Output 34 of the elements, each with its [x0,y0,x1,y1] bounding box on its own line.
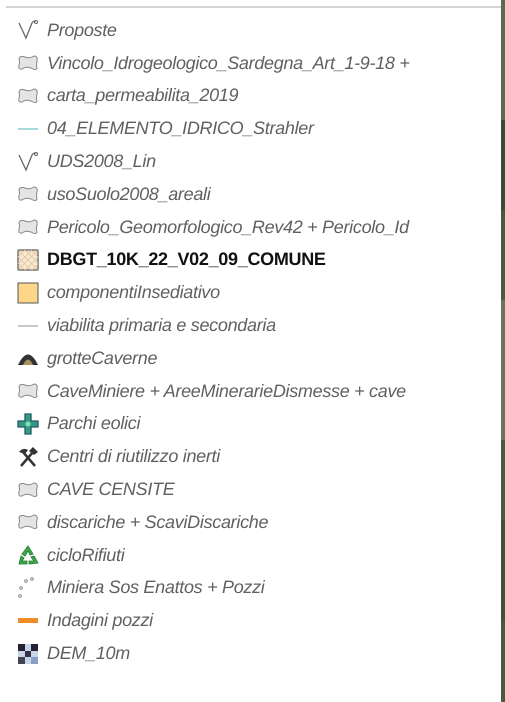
layer-name[interactable]: Vincolo_Idrogeologico_Sardegna_Art_1-9-18 + [47,50,410,77]
layer-name[interactable]: Proposte [47,16,117,44]
polygon-icon [17,185,39,204]
layer-name[interactable]: Pericolo_Geomorfologico_Rev42 + Pericolo_Id [47,214,409,241]
layer-name[interactable]: Miniera Sos Enattos + Pozzi [47,574,265,602]
layer-name[interactable]: grotteCaverne [47,344,158,372]
line-vertex-icon [17,150,39,173]
layer-name[interactable]: usoSuolo2008_areali [47,180,210,208]
polygon-icon [17,218,39,236]
plus-icon [17,412,39,435]
layer-name[interactable]: Parchi eolici [47,410,140,438]
polygon-icon [17,54,39,72]
layer-name[interactable]: Centri di riutilizzo inerti [47,443,220,470]
layer-name[interactable]: DEM_10m [47,640,130,668]
raster-icon [17,644,39,664]
polygon-icon [17,86,39,105]
layer-name[interactable]: carta_permeabilita_2019 [47,82,238,110]
layer-name[interactable]: DBGT_10K_22_V02_09_COMUNE [47,246,326,274]
polygon-icon [17,382,39,400]
polygon-icon [17,480,39,499]
layer-name[interactable]: viabilita primaria e secondaria [47,312,276,340]
layer-name[interactable]: componentiInsediativo [47,279,220,306]
layer-name[interactable]: discariche + ScaviDiscariche [47,508,268,536]
polygon-icon [17,513,39,532]
layer-name[interactable]: UDS2008_Lin [47,148,156,176]
layer-name[interactable]: cicloRifiuti [47,542,124,569]
layer-name[interactable]: CaveMiniere + AreeMinerarieDismesse + cave [47,378,406,405]
line-vertex-icon [17,19,39,42]
hatched-swatch-icon [17,248,39,271]
layer-name[interactable]: 04_ELEMENTO_IDRICO_Strahler [47,115,314,142]
layer-name[interactable]: CAVE CENSITE [47,476,174,504]
hammer-pick-icon [17,446,39,468]
recycle-icon [17,544,39,566]
layer-name[interactable]: Indagini pozzi [47,607,153,634]
